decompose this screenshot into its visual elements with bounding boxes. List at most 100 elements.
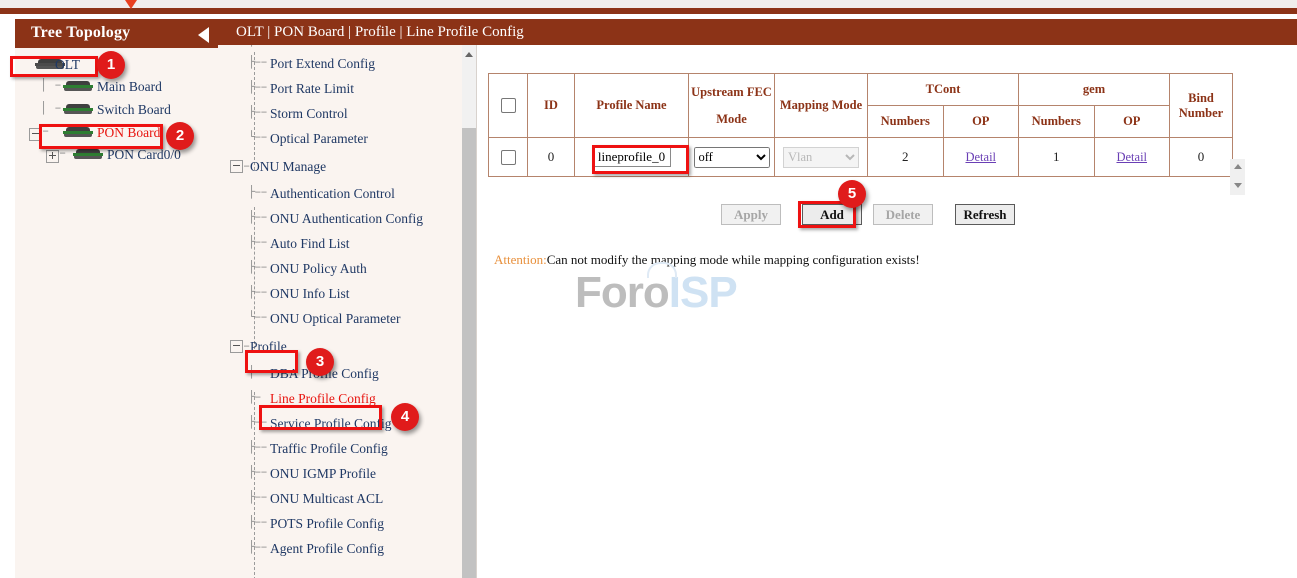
nav-scrollbar-thumb[interactable] bbox=[462, 128, 476, 578]
col-header-upstream-line2: Mode bbox=[689, 112, 774, 127]
nav-item-onu-authentication-config[interactable]: ├–– ONU Authentication Config bbox=[218, 207, 466, 232]
minus-expander-icon[interactable] bbox=[230, 160, 243, 173]
col-header-upstream-line1: Upstream FEC bbox=[689, 85, 774, 100]
row-checkbox[interactable] bbox=[501, 150, 516, 165]
scroll-down-arrow-icon[interactable] bbox=[1234, 183, 1242, 188]
tree-branch-icon: ├–– bbox=[248, 80, 267, 94]
nav-item-label: ONU Optical Parameter bbox=[270, 311, 400, 327]
topology-item-switch-board[interactable]: │ – Switch Board bbox=[15, 100, 218, 123]
mapping-mode-select: Vlan bbox=[783, 147, 859, 168]
plus-expander-icon[interactable] bbox=[46, 150, 59, 163]
scroll-up-arrow-icon[interactable] bbox=[1234, 164, 1242, 169]
step-badge-2: 2 bbox=[166, 122, 194, 150]
nav-item-onu-multicast-acl[interactable]: ├–– ONU Multicast ACL bbox=[218, 487, 466, 512]
nav-item-label: Port Rate Limit bbox=[270, 81, 354, 97]
nav-item-label: ONU Multicast ACL bbox=[270, 491, 383, 507]
nav-tree: ├–– ├–– Port Extend Config ├–– Port Rate… bbox=[218, 45, 466, 562]
collapse-left-icon[interactable] bbox=[198, 27, 209, 43]
col-header-profile-name: Profile Name bbox=[575, 74, 689, 138]
nav-item-agent-profile-config[interactable]: ├–– Agent Profile Config bbox=[218, 537, 466, 562]
nav-item-onu-optical-parameter[interactable]: └–– ONU Optical Parameter bbox=[218, 307, 466, 332]
highlight-box-profile-name bbox=[592, 145, 689, 174]
nav-item-label: Port Extend Config bbox=[270, 56, 375, 72]
col-header-tcont: TCont bbox=[868, 74, 1019, 106]
nav-item-optical-parameter[interactable]: └–– Optical Parameter bbox=[218, 127, 466, 152]
col-header-gem: gem bbox=[1019, 74, 1170, 106]
board-device-icon bbox=[73, 149, 103, 160]
step-badge-1: 1 bbox=[97, 51, 125, 79]
nav-item-authentication-control[interactable]: ├–– Authentication Control bbox=[218, 182, 466, 207]
cell-bind-number: 0 bbox=[1170, 138, 1233, 177]
attention-message: Attention:Can not modify the mapping mod… bbox=[494, 252, 920, 268]
nav-item-pots-profile-config[interactable]: ├–– POTS Profile Config bbox=[218, 512, 466, 537]
tree-branch-icon: ├–– bbox=[248, 540, 267, 554]
tree-branch-icon: ├–– bbox=[248, 185, 267, 199]
watermark-arc-icon bbox=[647, 262, 677, 278]
col-header-id: ID bbox=[528, 74, 575, 138]
row-scrollbar[interactable] bbox=[1230, 159, 1245, 195]
delete-button[interactable]: Delete bbox=[873, 204, 933, 225]
nav-item-onu-igmp-profile[interactable]: ├–– ONU IGMP Profile bbox=[218, 462, 466, 487]
refresh-button[interactable]: Refresh bbox=[955, 204, 1015, 225]
breadcrumb: OLT | PON Board | Profile | Line Profile… bbox=[236, 24, 524, 41]
nav-item-traffic-profile-config[interactable]: ├–– Traffic Profile Config bbox=[218, 437, 466, 462]
nav-item-label: Authentication Control bbox=[270, 186, 395, 202]
board-device-icon bbox=[63, 104, 93, 115]
tree-branch-icon: │ – bbox=[40, 101, 62, 115]
topology-item-label: Main Board bbox=[97, 79, 162, 95]
tree-branch-icon: ├–– bbox=[248, 440, 267, 454]
tree-branch-icon: ├–– bbox=[248, 515, 267, 529]
tree-branch-icon: ├–– bbox=[248, 285, 267, 299]
nav-item-label: Auto Find List bbox=[270, 236, 350, 252]
cell-id: 0 bbox=[528, 138, 575, 177]
tree-branch-icon: └–– bbox=[248, 130, 267, 144]
apply-button[interactable]: Apply bbox=[721, 204, 781, 225]
topology-header: Tree Topology bbox=[15, 19, 218, 48]
col-header-gem-numbers: Numbers bbox=[1019, 106, 1095, 138]
nav-item-port-rate-limit[interactable]: ├–– Port Rate Limit bbox=[218, 77, 466, 102]
step-badge-3: 3 bbox=[306, 348, 334, 376]
scroll-up-arrow-icon[interactable] bbox=[462, 45, 476, 63]
topology-item-label: Switch Board bbox=[97, 102, 171, 118]
col-header-tcont-op: OP bbox=[943, 106, 1019, 138]
nav-item-auto-find-list[interactable]: ├–– Auto Find List bbox=[218, 232, 466, 257]
upstream-fec-mode-select[interactable]: off bbox=[694, 147, 770, 168]
topology-item-main-board[interactable]: │ – Main Board bbox=[15, 77, 218, 100]
attention-prefix: Attention: bbox=[494, 252, 547, 267]
down-arrow-marker-icon bbox=[125, 0, 137, 9]
nav-group-onu-manage[interactable]: – ONU Manage bbox=[218, 152, 466, 182]
nav-item-label: ONU Authentication Config bbox=[270, 211, 423, 227]
nav-item-label: POTS Profile Config bbox=[270, 516, 384, 532]
nav-item-label: ONU Policy Auth bbox=[270, 261, 367, 277]
tree-branch-icon: ├–– bbox=[248, 490, 267, 504]
col-header-gem-op: OP bbox=[1094, 106, 1170, 138]
tree-branch-icon: ├–– bbox=[248, 210, 267, 224]
highlight-box-olt bbox=[10, 56, 98, 77]
minus-expander-icon[interactable] bbox=[230, 340, 243, 353]
top-gap bbox=[0, 0, 1297, 8]
highlight-box-profile bbox=[245, 350, 298, 373]
cell-mapping-mode: Vlan bbox=[775, 138, 868, 177]
cell-upstream-fec-mode: off bbox=[689, 138, 775, 177]
tree-branch-icon: ├–– bbox=[248, 55, 267, 69]
select-all-header bbox=[489, 74, 528, 138]
nav-item-label: ONU Info List bbox=[270, 286, 350, 302]
nav-item-clipped[interactable]: ├–– bbox=[218, 45, 466, 52]
nav-item-storm-control[interactable]: ├–– Storm Control bbox=[218, 102, 466, 127]
select-all-checkbox[interactable] bbox=[501, 98, 516, 113]
tcont-detail-link[interactable]: Detail bbox=[965, 150, 996, 164]
cell-gem-numbers: 1 bbox=[1019, 138, 1095, 177]
table-head: ID Profile Name Upstream FEC Mode Mappin… bbox=[489, 74, 1233, 138]
nav-item-onu-info-list[interactable]: ├–– ONU Info List bbox=[218, 282, 466, 307]
tree-branch-icon: – bbox=[243, 159, 249, 173]
col-header-bind-number: Bind Number bbox=[1170, 74, 1233, 138]
nav-panel: ├–– ├–– Port Extend Config ├–– Port Rate… bbox=[218, 45, 480, 578]
app-window: Tree Topology OLT │ – Main Board │ – Swi… bbox=[0, 0, 1297, 578]
col-header-mapping-mode: Mapping Mode bbox=[775, 74, 868, 138]
gem-detail-link[interactable]: Detail bbox=[1116, 150, 1147, 164]
topology-item-label: PON Card0/0 bbox=[107, 147, 181, 163]
topology-title: Tree Topology bbox=[31, 24, 130, 42]
nav-item-port-extend-config[interactable]: ├–– Port Extend Config bbox=[218, 52, 466, 77]
col-header-bind-line1: Bind bbox=[1170, 91, 1232, 106]
nav-item-onu-policy-auth[interactable]: ├–– ONU Policy Auth bbox=[218, 257, 466, 282]
